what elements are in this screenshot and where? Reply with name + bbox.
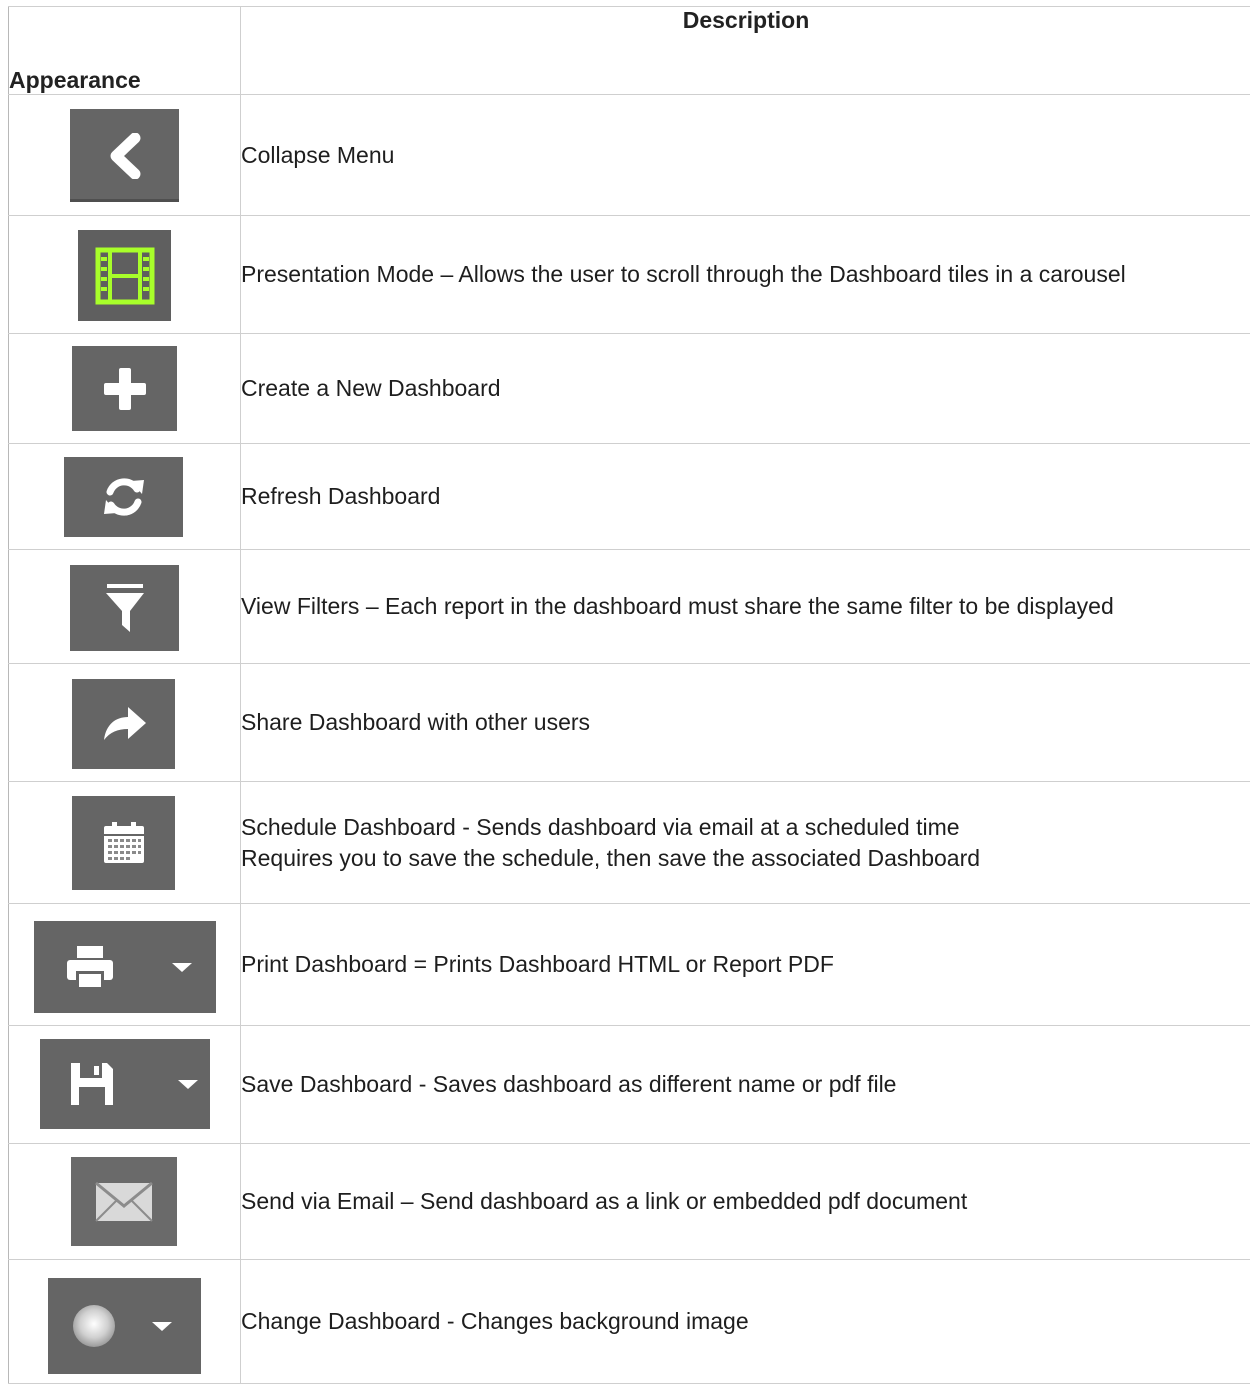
email-envelope-icon xyxy=(93,1178,155,1226)
description-cell: View Filters – Each report in the dashbo… xyxy=(241,550,1250,664)
icon-reference-table: Appearance Description Collapse Menu xyxy=(8,6,1250,1384)
description-cell: Share Dashboard with other users xyxy=(241,664,1250,782)
calendar-icon xyxy=(101,820,147,866)
plus-icon xyxy=(102,366,148,412)
filter-icon xyxy=(103,580,147,636)
table-row: Collapse Menu xyxy=(9,95,1250,216)
appearance-cell xyxy=(9,782,241,904)
description-cell: Create a New Dashboard xyxy=(241,334,1250,444)
table-header-row: Appearance Description xyxy=(9,7,1250,95)
table-row: Refresh Dashboard xyxy=(9,444,1250,550)
appearance-cell xyxy=(9,334,241,444)
table-row: Create a New Dashboard xyxy=(9,334,1250,444)
refresh-icon xyxy=(99,472,149,522)
appearance-cell xyxy=(9,444,241,550)
appearance-cell xyxy=(9,1026,241,1144)
appearance-cell xyxy=(9,1144,241,1260)
table-row: Change Dashboard - Changes background im… xyxy=(9,1260,1250,1384)
film-icon xyxy=(94,246,156,306)
schedule-button xyxy=(72,796,175,890)
appearance-cell xyxy=(9,550,241,664)
description-cell: Change Dashboard - Changes background im… xyxy=(241,1260,1250,1384)
save-floppy-icon xyxy=(68,1060,116,1108)
email-button xyxy=(71,1157,177,1246)
appearance-cell xyxy=(9,216,241,334)
table-row: Save Dashboard - Saves dashboard as diff… xyxy=(9,1026,1250,1144)
create-dashboard-button xyxy=(72,346,177,431)
presentation-mode-button xyxy=(78,230,171,321)
description-cell: Presentation Mode – Allows the user to s… xyxy=(241,216,1250,334)
table-row: Schedule Dashboard - Sends dashboard via… xyxy=(9,782,1250,904)
header-appearance: Appearance xyxy=(9,7,241,95)
description-text: View Filters – Each report in the dashbo… xyxy=(241,593,1114,619)
appearance-cell xyxy=(9,1260,241,1384)
collapse-button xyxy=(70,109,179,202)
appearance-cell xyxy=(9,95,241,216)
table-row: Send via Email – Send dashboard as a lin… xyxy=(9,1144,1250,1260)
chevron-down-icon xyxy=(150,1318,174,1334)
view-filters-button xyxy=(70,565,179,651)
print-icon xyxy=(64,943,116,991)
chevron-down-icon xyxy=(176,1076,200,1092)
change-background-button xyxy=(48,1278,201,1374)
table-row: Print Dashboard = Prints Dashboard HTML … xyxy=(9,904,1250,1026)
header-description: Description xyxy=(241,7,1250,95)
description-cell: Save Dashboard - Saves dashboard as diff… xyxy=(241,1026,1250,1144)
table-row: Presentation Mode – Allows the user to s… xyxy=(9,216,1250,334)
table-row: Share Dashboard with other users xyxy=(9,664,1250,782)
description-cell: Schedule Dashboard - Sends dashboard via… xyxy=(241,782,1250,904)
description-cell: Refresh Dashboard xyxy=(241,444,1250,550)
appearance-cell xyxy=(9,664,241,782)
description-cell: Collapse Menu xyxy=(241,95,1250,216)
description-cell: Print Dashboard = Prints Dashboard HTML … xyxy=(241,904,1250,1026)
background-globe-icon xyxy=(70,1302,118,1350)
appearance-cell xyxy=(9,904,241,1026)
description-text-line2: Requires you to save the schedule, then … xyxy=(241,843,1250,874)
save-button xyxy=(40,1039,210,1129)
chevron-left-icon xyxy=(105,133,145,179)
refresh-button xyxy=(64,457,183,537)
share-button xyxy=(72,679,175,769)
share-arrow-icon xyxy=(98,702,150,746)
chevron-down-icon xyxy=(170,959,194,975)
description-cell: Send via Email – Send dashboard as a lin… xyxy=(241,1144,1250,1260)
description-text: Schedule Dashboard - Sends dashboard via… xyxy=(241,812,1250,843)
print-button xyxy=(34,921,216,1013)
table-row: View Filters – Each report in the dashbo… xyxy=(9,550,1250,664)
